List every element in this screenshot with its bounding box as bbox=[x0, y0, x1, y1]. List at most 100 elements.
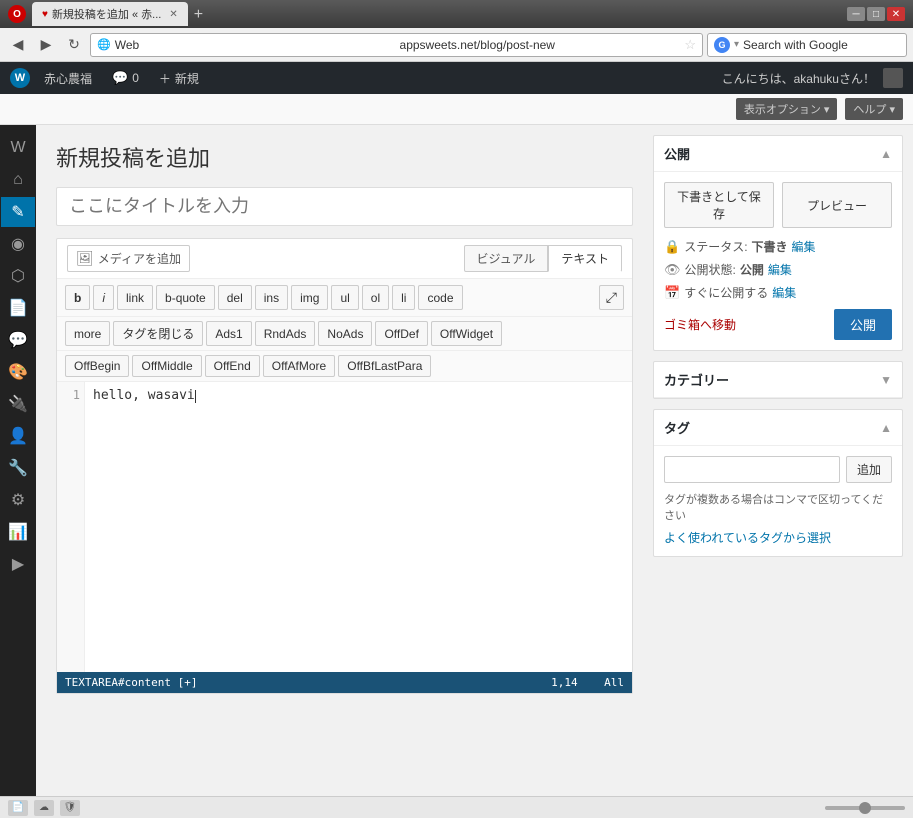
tab-visual[interactable]: ビジュアル bbox=[464, 245, 549, 272]
formatting-toolbar: b i link b-quote del ins img ul ol li co… bbox=[57, 279, 632, 317]
line-numbers: 1 bbox=[57, 382, 85, 672]
off-middle-button[interactable]: OffMiddle bbox=[132, 355, 201, 377]
status-edit-link[interactable]: 編集 bbox=[792, 238, 816, 255]
no-ads-button[interactable]: NoAds bbox=[318, 321, 372, 346]
opera-logo: O bbox=[8, 5, 26, 23]
minimize-button[interactable]: ─ bbox=[847, 7, 865, 21]
forward-button[interactable]: ▶ bbox=[34, 33, 58, 57]
schedule-edit-link[interactable]: 編集 bbox=[772, 284, 796, 301]
zoom-slider[interactable] bbox=[825, 806, 905, 810]
second-toolbar: more タグを閉じる Ads1 RndAds NoAds OffDef Off… bbox=[57, 317, 632, 351]
address-bar[interactable]: 🌐 Web appsweets.net/blog/post-new ☆ bbox=[90, 33, 703, 57]
options-bar: 表示オプション ▾ ヘルプ ▾ bbox=[0, 94, 913, 125]
off-af-more-button[interactable]: OffAfMore bbox=[263, 355, 335, 377]
publish-button[interactable]: 公開 bbox=[834, 309, 892, 340]
sidebar-icon-links[interactable]: ⬡ bbox=[1, 261, 35, 291]
sidebar-icon-media[interactable]: ◉ bbox=[1, 229, 35, 259]
page-icon-button[interactable]: 📄 bbox=[8, 800, 28, 816]
search-bar[interactable]: G ▾ Search with Google bbox=[707, 33, 907, 57]
status-icon: 🔒 bbox=[664, 239, 680, 255]
zoom-thumb bbox=[859, 802, 871, 814]
category-toggle-icon[interactable]: ▼ bbox=[880, 373, 892, 387]
sidebar-icon-settings[interactable]: ⚙ bbox=[1, 485, 35, 515]
editor-container: 🖼 メディアを追加 ビジュアル テキスト b i link b-quote de… bbox=[56, 238, 633, 694]
editor-content[interactable]: hello, wasavi bbox=[85, 382, 632, 672]
off-end-button[interactable]: OffEnd bbox=[205, 355, 260, 377]
status-value: 下書き bbox=[752, 238, 788, 255]
del-button[interactable]: del bbox=[218, 285, 252, 310]
browser-bottom-bar: 📄 ☁ 🛡 bbox=[0, 796, 913, 818]
help-button[interactable]: ヘルプ ▾ bbox=[845, 98, 903, 120]
comments-item[interactable]: 💬 0 bbox=[106, 70, 145, 86]
publish-box-body: 下書きとして保存 プレビュー 🔒 ステータス: 下書き 編集 👁 公開状態: 公… bbox=[654, 172, 902, 350]
visibility-edit-link[interactable]: 編集 bbox=[768, 261, 792, 278]
site-name: 赤心農福 bbox=[44, 70, 92, 87]
bquote-button[interactable]: b-quote bbox=[156, 285, 215, 310]
display-options-button[interactable]: 表示オプション ▾ bbox=[736, 98, 838, 120]
link-button[interactable]: link bbox=[117, 285, 153, 310]
off-def-button[interactable]: OffDef bbox=[375, 321, 427, 346]
active-tab[interactable]: ♥ 新規投稿を追加 « 赤... ✕ bbox=[32, 2, 188, 26]
sidebar-icon-tools[interactable]: 🔧 bbox=[1, 453, 35, 483]
tab-close-button[interactable]: ✕ bbox=[169, 9, 177, 20]
sidebar-icon-appearance[interactable]: 🎨 bbox=[1, 357, 35, 387]
ul-button[interactable]: ul bbox=[331, 285, 358, 310]
italic-button[interactable]: i bbox=[93, 285, 114, 310]
reload-button[interactable]: ↻ bbox=[62, 33, 86, 57]
preview-button[interactable]: プレビュー bbox=[782, 182, 892, 228]
tab-title: 新規投稿を追加 « 赤... bbox=[52, 6, 161, 22]
publish-toggle-icon[interactable]: ▲ bbox=[880, 147, 892, 161]
tag-title: タグ bbox=[664, 418, 690, 437]
schedule-row: 📅 すぐに公開する 編集 bbox=[664, 284, 892, 301]
off-widget-button[interactable]: OffWidget bbox=[431, 321, 502, 346]
sidebar-icon-wp[interactable]: W bbox=[1, 133, 35, 163]
sidebar-icon-comments[interactable]: 💬 bbox=[1, 325, 35, 355]
visibility-row: 👁 公開状態: 公開 編集 bbox=[664, 261, 892, 278]
popular-tags-link[interactable]: よく使われているタグから選択 bbox=[664, 531, 831, 545]
ol-button[interactable]: ol bbox=[362, 285, 389, 310]
close-tags-button[interactable]: タグを閉じる bbox=[113, 321, 203, 346]
bold-button[interactable]: b bbox=[65, 285, 90, 310]
sidebar-icon-posts[interactable]: ✎ bbox=[1, 197, 35, 227]
trash-link[interactable]: ゴミ箱へ移動 bbox=[664, 316, 736, 333]
code-editor[interactable]: 1 hello, wasavi bbox=[57, 382, 632, 672]
bookmark-icon[interactable]: ☆ bbox=[684, 37, 696, 53]
rnd-ads-button[interactable]: RndAds bbox=[255, 321, 316, 346]
expand-button[interactable]: ⤢ bbox=[599, 285, 624, 310]
add-tag-button[interactable]: 追加 bbox=[846, 456, 892, 483]
close-button[interactable]: ✕ bbox=[887, 7, 905, 21]
new-item[interactable]: ＋ 新規 bbox=[153, 70, 205, 87]
li-button[interactable]: li bbox=[392, 285, 415, 310]
sidebar-icon-media2[interactable]: ▶ bbox=[1, 549, 35, 579]
shield-button[interactable]: 🛡 bbox=[60, 800, 80, 816]
status-row: 🔒 ステータス: 下書き 編集 bbox=[664, 238, 892, 255]
search-dropdown-icon[interactable]: ▾ bbox=[734, 39, 739, 50]
sidebar-icon-pages[interactable]: 📄 bbox=[1, 293, 35, 323]
tag-hint: タグが複数ある場合はコンマで区切ってください bbox=[664, 491, 892, 523]
maximize-button[interactable]: □ bbox=[867, 7, 885, 21]
tab-text[interactable]: テキスト bbox=[548, 245, 622, 272]
off-bf-last-para-button[interactable]: OffBfLastPara bbox=[338, 355, 431, 377]
add-media-button[interactable]: 🖼 メディアを追加 bbox=[67, 245, 190, 272]
img-button[interactable]: img bbox=[291, 285, 328, 310]
post-title-input[interactable] bbox=[56, 187, 633, 226]
save-draft-button[interactable]: 下書きとして保存 bbox=[664, 182, 774, 228]
sidebar-icon-dashboard[interactable]: ⌂ bbox=[1, 165, 35, 195]
more-button[interactable]: more bbox=[65, 321, 110, 346]
ads1-button[interactable]: Ads1 bbox=[206, 321, 251, 346]
help-label: ヘルプ bbox=[853, 104, 886, 116]
sidebar-icon-users[interactable]: 👤 bbox=[1, 421, 35, 451]
off-begin-button[interactable]: OffBegin bbox=[65, 355, 129, 377]
sidebar-icon-plugins[interactable]: 🔌 bbox=[1, 389, 35, 419]
sidebar-icon-stats[interactable]: 📊 bbox=[1, 517, 35, 547]
back-button[interactable]: ◀ bbox=[6, 33, 30, 57]
wp-logo[interactable]: W bbox=[10, 68, 30, 88]
site-name-item[interactable]: 赤心農福 bbox=[38, 70, 98, 87]
tag-input[interactable] bbox=[664, 456, 840, 483]
tag-toggle-icon[interactable]: ▲ bbox=[880, 421, 892, 435]
ins-button[interactable]: ins bbox=[255, 285, 288, 310]
greeting-suffix: さん！ bbox=[839, 72, 875, 86]
code-button[interactable]: code bbox=[418, 285, 462, 310]
new-tab-button[interactable]: + bbox=[188, 4, 209, 26]
cloud-button[interactable]: ☁ bbox=[34, 800, 54, 816]
